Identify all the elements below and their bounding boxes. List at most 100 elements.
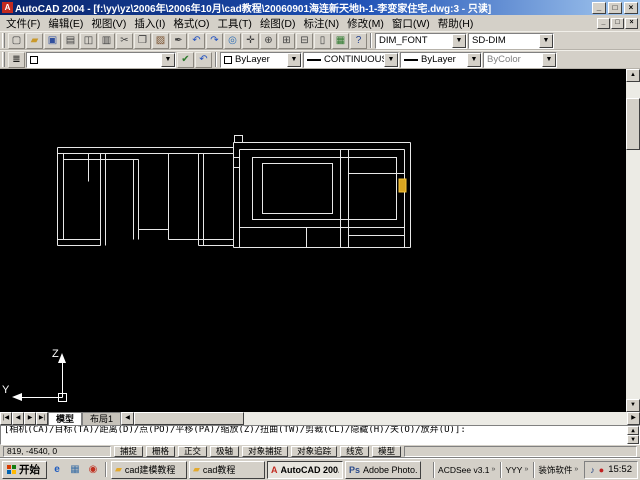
volume-icon[interactable]: ♪ xyxy=(590,465,595,475)
status-toggle-snap[interactable]: 捕捉 xyxy=(114,446,144,457)
close-button[interactable]: × xyxy=(624,1,638,14)
zoom-window-icon[interactable]: ⊞ xyxy=(278,32,295,49)
vertical-scroll-track[interactable] xyxy=(626,82,640,399)
command-scrollbar[interactable]: ▲ ▼ xyxy=(627,426,639,444)
menu-tools[interactable]: 工具(T) xyxy=(214,15,256,32)
document-restore-button[interactable]: □ xyxy=(611,17,624,29)
vertical-scroll-thumb[interactable] xyxy=(626,98,640,150)
chevron-down-icon[interactable]: ▼ xyxy=(384,52,398,67)
horizontal-scroll-thumb[interactable] xyxy=(134,412,245,425)
status-toggle-lwt[interactable]: 线宽 xyxy=(340,446,370,457)
menu-view[interactable]: 视图(V) xyxy=(87,15,130,32)
text-style-combo[interactable]: DIM_FONT ▼ xyxy=(375,32,467,49)
color-combo[interactable]: ByLayer ▼ xyxy=(220,51,302,68)
copy-icon[interactable]: ❐ xyxy=(134,32,151,49)
chevron-down-icon[interactable]: ▼ xyxy=(287,52,301,67)
taskbar-band[interactable]: 装饰软件» xyxy=(533,461,582,478)
scroll-down-icon[interactable]: ▼ xyxy=(627,435,639,444)
taskbar-band[interactable]: ACDSee v3.1» xyxy=(433,461,499,478)
status-toggle-polar[interactable]: 极轴 xyxy=(210,446,240,457)
status-toggle-model[interactable]: 模型 xyxy=(372,446,402,457)
chevron-down-icon[interactable]: ▼ xyxy=(161,52,175,67)
scroll-down-icon[interactable]: ▼ xyxy=(626,399,640,412)
taskbar-task[interactable]: AAutoCAD 200... xyxy=(267,460,343,479)
show-desktop-icon[interactable]: ▦ xyxy=(67,464,83,475)
properties-icon[interactable]: ▯ xyxy=(314,32,331,49)
tab-layout1[interactable]: 布局1 xyxy=(82,412,122,425)
linetype-combo[interactable]: CONTINUOUS ▼ xyxy=(303,51,399,68)
chevron-down-icon[interactable]: ▼ xyxy=(467,52,481,67)
taskbar-task[interactable]: ▰ cad建模教程 xyxy=(111,460,187,479)
maximize-button[interactable]: □ xyxy=(608,1,622,14)
status-toggle-ortho[interactable]: 正交 xyxy=(178,446,208,457)
start-label: 开始 xyxy=(19,464,40,476)
vertical-scrollbar[interactable]: ▲ ▼ xyxy=(626,69,640,412)
cut-icon[interactable]: ✂ xyxy=(116,32,133,49)
scroll-right-icon[interactable]: ▶ xyxy=(627,412,640,425)
undo-icon[interactable]: ↶ xyxy=(188,32,205,49)
menu-draw[interactable]: 绘图(D) xyxy=(256,15,300,32)
chevron-down-icon[interactable]: ▼ xyxy=(452,33,466,48)
zoom-realtime-icon[interactable]: ⊕ xyxy=(260,32,277,49)
document-minimize-button[interactable]: _ xyxy=(597,17,610,29)
start-button[interactable]: 开始 xyxy=(2,460,47,479)
taskbar-task[interactable]: Ps Adobe Photo... xyxy=(345,460,421,479)
tab-nav-button[interactable]: ▶| xyxy=(36,412,48,425)
menu-dimension[interactable]: 标注(N) xyxy=(300,15,344,32)
media-player-icon[interactable]: ◉ xyxy=(85,464,101,475)
menu-insert[interactable]: 插入(I) xyxy=(130,15,169,32)
tab-model[interactable]: 模型 xyxy=(48,412,83,425)
redo-icon[interactable]: ↷ xyxy=(206,32,223,49)
horizontal-scrollbar[interactable]: ◀ ▶ xyxy=(121,412,640,425)
scroll-up-icon[interactable]: ▲ xyxy=(626,69,640,82)
plot-icon[interactable]: ▤ xyxy=(62,32,79,49)
scroll-up-icon[interactable]: ▲ xyxy=(627,426,639,435)
status-toggle-grid[interactable]: 栅格 xyxy=(146,446,176,457)
toolbar-grip[interactable] xyxy=(2,33,5,48)
taskbar-task[interactable]: ▰ cad教程 xyxy=(189,460,265,479)
horizontal-scroll-track[interactable] xyxy=(134,412,627,425)
status-toggle-otrack[interactable]: 对象追踪 xyxy=(291,446,338,457)
chevron-down-icon[interactable]: ▼ xyxy=(542,52,556,67)
command-window[interactable]: [相机(CA)/目标(TA)/距离(D)/点(PO)/平移(PA)/缩放(Z)/… xyxy=(0,425,640,445)
open-file-icon[interactable]: ▰ xyxy=(26,32,43,49)
menu-format[interactable]: 格式(O) xyxy=(169,15,213,32)
menu-window[interactable]: 窗口(W) xyxy=(388,15,434,32)
tab-nav-button[interactable]: |◀ xyxy=(0,412,12,425)
scroll-left-icon[interactable]: ◀ xyxy=(121,412,135,425)
match-properties-icon[interactable]: ✒ xyxy=(170,32,187,49)
tab-nav-button[interactable]: ▶ xyxy=(24,412,36,425)
menu-file[interactable]: 文件(F) xyxy=(2,15,44,32)
new-file-icon[interactable]: ▢ xyxy=(8,32,25,49)
document-close-button[interactable]: × xyxy=(625,17,638,29)
menu-modify[interactable]: 修改(M) xyxy=(343,15,388,32)
toolbar-grip[interactable] xyxy=(2,52,5,67)
lineweight-combo[interactable]: ByLayer ▼ xyxy=(400,51,482,68)
zoom-previous-icon[interactable]: ⊟ xyxy=(296,32,313,49)
paste-icon[interactable]: ▨ xyxy=(152,32,169,49)
layer-combo[interactable]: ▼ xyxy=(26,51,176,68)
ie-icon[interactable]: e xyxy=(49,464,65,475)
plot-style-combo[interactable]: ByColor ▼ xyxy=(483,51,557,68)
drawing-canvas[interactable]: Z Y ▲ ▼ xyxy=(0,69,640,412)
save-icon[interactable]: ▣ xyxy=(44,32,61,49)
layer-previous-icon[interactable]: ↶ xyxy=(195,51,212,68)
insert-hyperlink-icon[interactable]: ◎ xyxy=(224,32,241,49)
dim-style-combo[interactable]: SD-DIM ▼ xyxy=(468,32,554,49)
status-toggle-osnap[interactable]: 对象捕捉 xyxy=(242,446,289,457)
make-layer-current-icon[interactable]: ✔ xyxy=(177,51,194,68)
antivirus-icon[interactable]: ● xyxy=(599,465,604,475)
pan-realtime-icon[interactable]: ✛ xyxy=(242,32,259,49)
chevron-down-icon[interactable]: ▼ xyxy=(539,33,553,48)
layer-manager-icon[interactable]: ≣ xyxy=(8,51,25,68)
designcenter-icon[interactable]: ▦ xyxy=(332,32,349,49)
publish-icon[interactable]: ▥ xyxy=(98,32,115,49)
tab-nav-button[interactable]: ◀ xyxy=(12,412,24,425)
menu-edit[interactable]: 编辑(E) xyxy=(44,15,87,32)
layers-properties-toolbar: ≣ ▼ ✔ ↶ ByLayer ▼ CONTINUOUS ▼ ByLayer ▼… xyxy=(0,50,640,69)
help-icon[interactable]: ? xyxy=(350,32,367,49)
menu-help[interactable]: 帮助(H) xyxy=(434,15,478,32)
plot-preview-icon[interactable]: ◫ xyxy=(80,32,97,49)
minimize-button[interactable]: _ xyxy=(592,1,606,14)
taskbar-band[interactable]: YYY» xyxy=(500,461,532,478)
